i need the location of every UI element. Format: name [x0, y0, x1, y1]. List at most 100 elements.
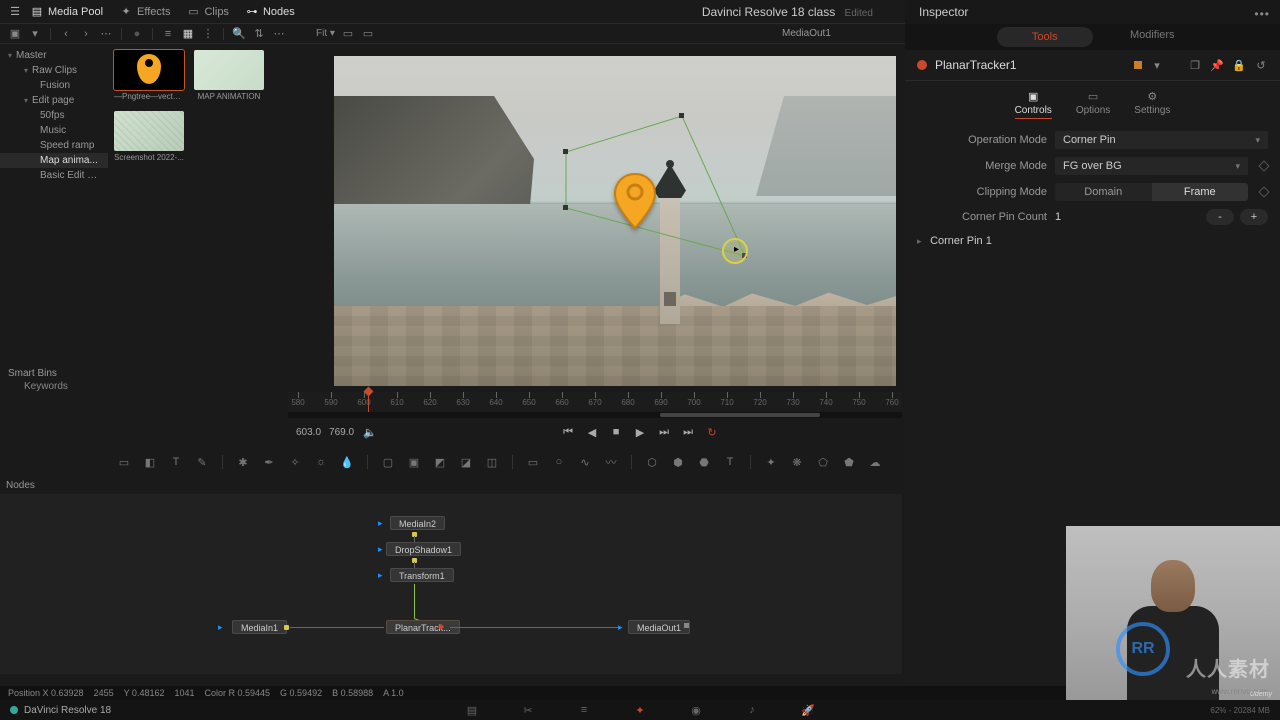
clipping-mode-segment[interactable]: Domain Frame: [1055, 183, 1248, 201]
tab-tools[interactable]: Tools: [997, 27, 1093, 47]
list-view-icon[interactable]: ≡: [161, 27, 175, 41]
mask-misc-icon[interactable]: ◪: [458, 454, 474, 470]
thumbnail-item[interactable]: Screenshot 2022-...: [114, 111, 184, 162]
page-fairlight-icon[interactable]: ♪: [744, 702, 760, 718]
page-color-icon[interactable]: ◉: [688, 702, 704, 718]
merge-tool-icon[interactable]: ◧: [142, 454, 158, 470]
subtab-settings[interactable]: ⚙ Settings: [1134, 89, 1170, 119]
3d-3-icon[interactable]: ⬣: [696, 454, 712, 470]
3d-2-icon[interactable]: ⬢: [670, 454, 686, 470]
play-icon[interactable]: ▶: [632, 424, 648, 440]
loop-icon[interactable]: ↻: [704, 424, 720, 440]
page-edit-icon[interactable]: ≡: [576, 702, 592, 718]
3d-text-icon[interactable]: T: [722, 454, 738, 470]
chevron-down-icon[interactable]: ▾: [1150, 58, 1164, 72]
shape-bspline-icon[interactable]: ∿: [577, 454, 593, 470]
prev-icon[interactable]: ‹: [59, 27, 73, 41]
page-media-icon[interactable]: ▤: [464, 702, 480, 718]
bg-tool-icon[interactable]: ▭: [116, 454, 132, 470]
node-transform[interactable]: Transform1: [390, 568, 454, 582]
reset-icon[interactable]: ↺: [1254, 58, 1268, 72]
mask-rect2-icon[interactable]: ▣: [406, 454, 422, 470]
text-tool-icon[interactable]: T: [168, 454, 184, 470]
stop-icon[interactable]: ■: [608, 424, 624, 440]
node-mediaout[interactable]: MediaOut1: [628, 620, 690, 634]
misc-1-icon[interactable]: ✦: [763, 454, 779, 470]
tree-raw-clips[interactable]: ▾Raw Clips: [0, 63, 108, 78]
seg-frame[interactable]: Frame: [1152, 183, 1249, 201]
ruler-scrollbar[interactable]: [288, 412, 902, 418]
more-dots-icon[interactable]: ⋯: [272, 27, 286, 41]
shape-rect-icon[interactable]: ▭: [525, 454, 541, 470]
view-mode-icon[interactable]: ▭: [341, 27, 355, 41]
record-dot-icon[interactable]: ●: [130, 27, 144, 41]
pen-tool-icon[interactable]: ✒: [261, 454, 277, 470]
node-dropshadow[interactable]: DropShadow1: [386, 542, 461, 556]
skip-start-icon[interactable]: ⏮: [560, 424, 576, 440]
scrollbar-thumb[interactable]: [660, 413, 820, 417]
shape-circle-icon[interactable]: ○: [551, 454, 567, 470]
view-mode2-icon[interactable]: ▭: [361, 27, 375, 41]
more-dots-icon[interactable]: ⋯: [99, 27, 113, 41]
misc-3-icon[interactable]: ⬠: [815, 454, 831, 470]
lock-icon[interactable]: 🔒: [1232, 58, 1246, 72]
sort-icon[interactable]: ⋮: [201, 27, 215, 41]
subtab-options[interactable]: ▭ Options: [1076, 89, 1110, 119]
tree-master[interactable]: ▾Master: [0, 48, 108, 63]
search-icon[interactable]: 🔍: [232, 27, 246, 41]
light-icon[interactable]: ☼: [313, 454, 329, 470]
filter-icon[interactable]: ⇅: [252, 27, 266, 41]
step-back-icon[interactable]: ◀: [584, 424, 600, 440]
mask-misc2-icon[interactable]: ◫: [484, 454, 500, 470]
pin-icon[interactable]: 📌: [1210, 58, 1224, 72]
versions-icon[interactable]: ❐: [1188, 58, 1202, 72]
tab-effects[interactable]: ✦ Effects: [111, 3, 178, 21]
decrement-button[interactable]: -: [1206, 209, 1234, 225]
cloud-icon[interactable]: ☁: [867, 454, 883, 470]
next-icon[interactable]: ›: [79, 27, 93, 41]
speaker-icon[interactable]: 🔈: [362, 424, 378, 440]
tree-item[interactable]: 50fps: [0, 108, 108, 123]
keyframe-toggle[interactable]: [1258, 186, 1269, 197]
mask-poly-icon[interactable]: ◩: [432, 454, 448, 470]
particles-icon[interactable]: ✱: [235, 454, 251, 470]
tab-modifiers[interactable]: Modifiers: [1105, 25, 1201, 49]
fit-dropdown[interactable]: Fit ▾: [316, 28, 335, 39]
layout-icon[interactable]: ▣: [8, 27, 22, 41]
subtab-controls[interactable]: ▣ Controls: [1015, 89, 1052, 119]
tree-item[interactable]: Speed ramp: [0, 138, 108, 153]
node-graph[interactable]: ▸ MediaIn2 ▸ DropShadow1 ▸ Transform1 ▸ …: [0, 494, 902, 674]
node-mediain2[interactable]: MediaIn2: [390, 516, 445, 530]
map-pin-overlay[interactable]: [610, 172, 660, 230]
more-menu-icon[interactable]: •••: [1254, 2, 1270, 26]
tree-item[interactable]: Music: [0, 123, 108, 138]
misc-4-icon[interactable]: ⬟: [841, 454, 857, 470]
time-ruler[interactable]: 5805906006106206306406506606706806907007…: [288, 392, 902, 412]
thumbnail-item[interactable]: —Pngtree—vector...: [114, 50, 184, 101]
drop-icon[interactable]: 💧: [339, 454, 355, 470]
chevron-down-icon[interactable]: ▾: [28, 27, 42, 41]
tab-nodes[interactable]: ⊶ Nodes: [237, 3, 303, 21]
increment-button[interactable]: +: [1240, 209, 1268, 225]
tab-media-pool[interactable]: ▤ Media Pool: [22, 3, 111, 21]
tree-item[interactable]: Basic Edit cl...: [0, 168, 108, 183]
wand-icon[interactable]: ✧: [287, 454, 303, 470]
menu-icon[interactable]: ☰: [8, 5, 22, 19]
thumbnail-item[interactable]: MAP ANIMATION: [194, 50, 264, 101]
seg-domain[interactable]: Domain: [1055, 183, 1152, 201]
brush-tool-icon[interactable]: ✎: [194, 454, 210, 470]
shape-wave-icon[interactable]: 〰: [603, 454, 619, 470]
grid-view-icon[interactable]: ▦: [181, 27, 195, 41]
page-deliver-icon[interactable]: 🚀: [800, 702, 816, 718]
operation-mode-dropdown[interactable]: Corner Pin▾: [1055, 131, 1268, 149]
corner-pin-section[interactable]: ▸ Corner Pin 1: [905, 229, 1280, 253]
version-indicator-icon[interactable]: [1134, 61, 1142, 69]
tab-clips[interactable]: ▭ Clips: [178, 3, 236, 21]
step-fwd-icon[interactable]: ⏭: [656, 424, 672, 440]
viewport[interactable]: [334, 56, 896, 386]
tree-item-selected[interactable]: Map anima...: [0, 153, 108, 168]
node-planar-tracker[interactable]: PlanarTrack...: [386, 620, 460, 634]
tree-fusion[interactable]: Fusion: [0, 78, 108, 93]
3d-icon[interactable]: ⬡: [644, 454, 660, 470]
mask-rect-icon[interactable]: ▢: [380, 454, 396, 470]
